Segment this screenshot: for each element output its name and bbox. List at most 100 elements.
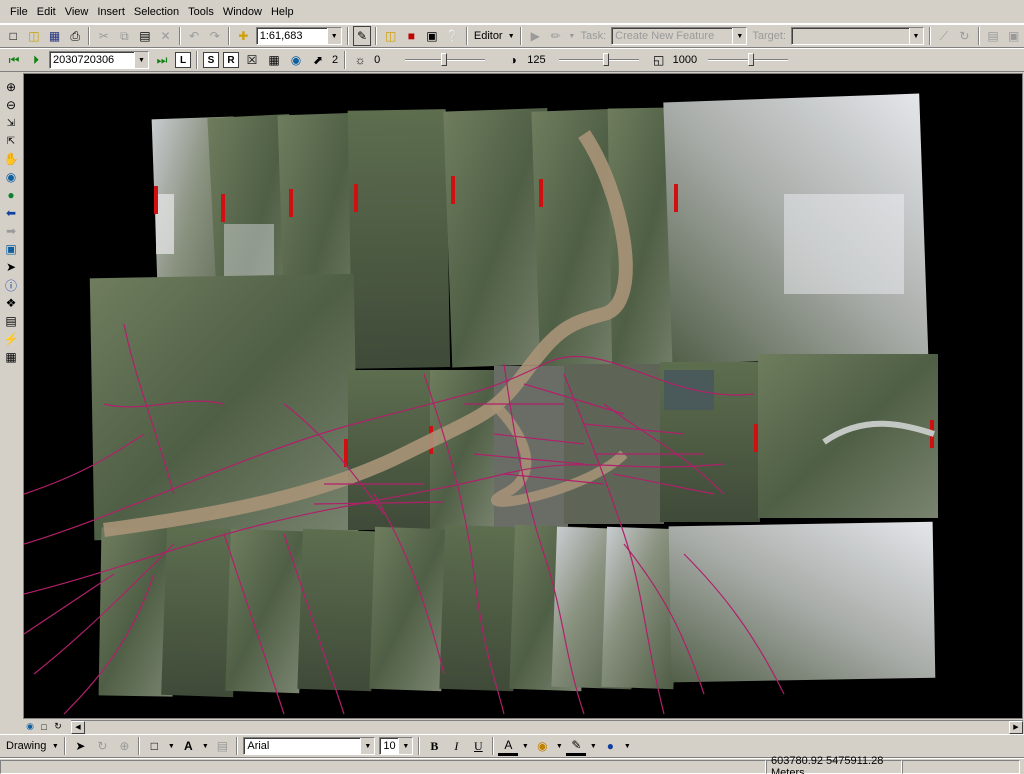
arctoolbox-icon[interactable]: ■ xyxy=(402,26,421,46)
date-combo[interactable]: 2030720306 ▼ xyxy=(49,51,149,69)
zoom-whole-page-icon[interactable]: ⊕ xyxy=(114,736,134,756)
bold-button[interactable]: B xyxy=(424,736,444,756)
select-elements-icon[interactable]: ➤ xyxy=(70,736,90,756)
brightness-slider[interactable] xyxy=(405,53,486,67)
rotate-icon[interactable]: ↻ xyxy=(92,736,112,756)
rectangle-icon[interactable]: □ xyxy=(144,736,164,756)
hyperlink-icon[interactable]: ⚡ xyxy=(2,330,20,348)
font-size-combo[interactable]: 10 ▼ xyxy=(379,737,414,755)
select-features-icon[interactable]: ▣ xyxy=(2,240,20,258)
sketch-tool-icon[interactable]: ✏ xyxy=(547,26,566,46)
layout-view-icon[interactable]: □ xyxy=(37,720,51,733)
scale-combo[interactable]: 1:61,683 ▼ xyxy=(255,27,342,45)
menu-help[interactable]: Help xyxy=(267,4,299,20)
fill-color-icon[interactable]: ◉ xyxy=(532,736,552,756)
whats-this-icon[interactable]: ❔ xyxy=(443,26,462,46)
font-color-icon[interactable]: A xyxy=(498,736,519,756)
cut-icon[interactable]: ✂ xyxy=(94,26,113,46)
menu-edit[interactable]: Edit xyxy=(33,4,61,20)
chevron-down-icon[interactable]: ▼ xyxy=(134,52,148,68)
editor-menu[interactable]: Editor xyxy=(474,30,503,42)
new-icon[interactable]: □ xyxy=(4,26,23,46)
text-tool-icon[interactable]: A xyxy=(178,736,198,756)
slider-thumb[interactable] xyxy=(441,53,448,66)
contrast-slider[interactable] xyxy=(558,53,639,67)
italic-button[interactable]: I xyxy=(446,736,466,756)
full-extent-icon[interactable]: ◉ xyxy=(2,168,20,186)
slider-thumb[interactable] xyxy=(602,53,609,66)
fixed-zoom-out-icon[interactable]: ⇱ xyxy=(2,132,20,150)
chevron-down-icon[interactable]: ▼ xyxy=(520,736,530,756)
forward-extent-icon[interactable]: ➡ xyxy=(2,222,20,240)
chevron-down-icon[interactable]: ▼ xyxy=(200,736,210,756)
chevron-down-icon[interactable]: ▼ xyxy=(554,736,564,756)
task-combo[interactable]: Create New Feature ▼ xyxy=(611,27,748,45)
data-view-icon[interactable]: ◉ xyxy=(23,720,37,733)
refresh-icon[interactable]: ↻ xyxy=(51,720,65,733)
chevron-down-icon[interactable]: ▼ xyxy=(588,736,598,756)
transparency-slider[interactable] xyxy=(708,53,789,67)
slider-thumb[interactable] xyxy=(748,53,755,66)
zoom-out-icon[interactable]: ⊖ xyxy=(2,96,20,114)
play-icon[interactable]: ⏵ xyxy=(26,50,46,70)
s-button[interactable]: S xyxy=(203,52,219,68)
fixed-zoom-in-icon[interactable]: ⇲ xyxy=(2,114,20,132)
play-first-icon[interactable]: ⏮ xyxy=(4,50,24,70)
paste-icon[interactable]: ▤ xyxy=(136,26,155,46)
print-icon[interactable]: ⎙ xyxy=(66,26,85,46)
copy-icon[interactable]: ⧉ xyxy=(115,26,134,46)
chevron-down-icon[interactable]: ▼ xyxy=(326,28,341,44)
edit-tool-icon[interactable]: ▶ xyxy=(526,26,545,46)
editor-toolbar-icon[interactable]: ✎ xyxy=(352,26,372,46)
grid-icon[interactable]: ▦ xyxy=(264,50,284,70)
target-combo[interactable]: ▼ xyxy=(791,27,924,45)
zoom-in-icon[interactable]: ⊕ xyxy=(2,78,20,96)
font-combo[interactable]: Arial ▼ xyxy=(243,737,376,755)
attributes-icon[interactable]: ▤ xyxy=(984,26,1003,46)
save-icon[interactable]: ▦ xyxy=(45,26,64,46)
select-image-icon[interactable]: ⬈ xyxy=(308,50,328,70)
chevron-down-icon[interactable]: ▼ xyxy=(908,28,923,44)
find-icon[interactable]: ❖ xyxy=(2,294,20,312)
open-icon[interactable]: ◫ xyxy=(25,26,44,46)
chevron-down-icon[interactable]: ▼ xyxy=(50,736,60,756)
clear-icon[interactable]: ☒ xyxy=(242,50,262,70)
marker-color-icon[interactable]: ● xyxy=(600,736,620,756)
brightness-icon[interactable]: ☼ xyxy=(350,50,370,70)
split-tool-icon[interactable]: ⟋ xyxy=(935,26,954,46)
delete-icon[interactable]: ✕ xyxy=(156,26,175,46)
l-button[interactable]: L xyxy=(175,52,191,68)
back-extent-icon[interactable]: ⬅ xyxy=(2,204,20,222)
chevron-down-icon[interactable]: ▼ xyxy=(398,738,413,754)
menu-insert[interactable]: Insert xyxy=(93,4,130,20)
menu-file[interactable]: File xyxy=(6,4,33,20)
rotate-tool-icon[interactable]: ↻ xyxy=(955,26,974,46)
contrast-icon[interactable]: ◑ xyxy=(503,50,523,70)
line-color-icon[interactable]: ✎ xyxy=(566,736,587,756)
measure-icon[interactable]: ▤ xyxy=(2,312,20,330)
undo-icon[interactable]: ↶ xyxy=(185,26,204,46)
chevron-down-icon[interactable]: ▼ xyxy=(567,26,576,46)
globe-icon[interactable]: ◉ xyxy=(286,50,306,70)
chevron-down-icon[interactable]: ▼ xyxy=(622,736,632,756)
map-view[interactable] xyxy=(23,73,1023,719)
html-popup-icon[interactable]: ▦ xyxy=(2,348,20,366)
add-data-icon[interactable]: ✚ xyxy=(234,26,253,46)
play-next-icon[interactable]: ⏭ xyxy=(152,50,172,70)
chevron-down-icon[interactable]: ▼ xyxy=(732,28,747,44)
menu-view[interactable]: View xyxy=(61,4,94,20)
chevron-down-icon[interactable]: ▼ xyxy=(360,738,375,754)
menu-window[interactable]: Window xyxy=(219,4,267,20)
scroll-left-icon[interactable]: ◀ xyxy=(71,720,85,734)
globe-icon[interactable]: ● xyxy=(2,186,20,204)
r-button[interactable]: R xyxy=(223,52,239,68)
sketch-properties-icon[interactable]: ▣ xyxy=(1004,26,1023,46)
underline-button[interactable]: U xyxy=(468,736,488,756)
redo-icon[interactable]: ↷ xyxy=(205,26,224,46)
identify-icon[interactable]: ⓘ xyxy=(2,276,20,294)
edit-vertices-icon[interactable]: ▤ xyxy=(212,736,232,756)
pan-icon[interactable]: ✋ xyxy=(2,150,20,168)
arccatalog-icon[interactable]: ◫ xyxy=(381,26,400,46)
command-line-icon[interactable]: ▣ xyxy=(423,26,442,46)
chevron-down-icon[interactable]: ▼ xyxy=(507,26,516,46)
